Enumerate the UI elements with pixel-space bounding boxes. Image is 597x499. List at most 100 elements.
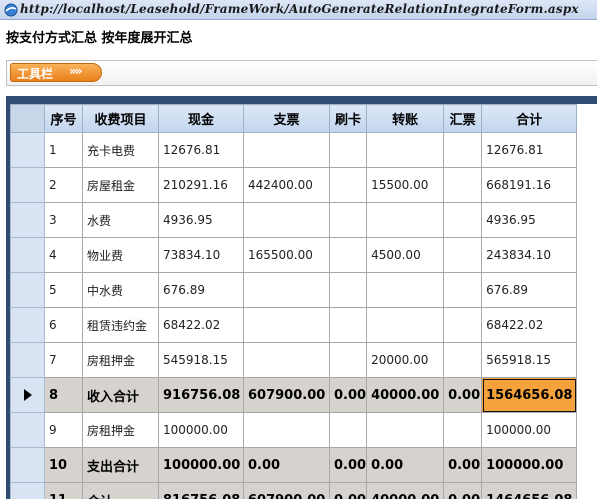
transfer-cell[interactable]: 40000.00 [366, 482, 445, 499]
cash-cell[interactable]: 68422.02 [158, 307, 244, 343]
cheque-cell[interactable] [243, 412, 330, 448]
row-indicator[interactable] [10, 307, 45, 343]
total-cell[interactable]: 100000.00 [481, 447, 578, 483]
column-header[interactable]: 支票 [243, 104, 330, 133]
row-number-cell[interactable]: 5 [44, 272, 83, 308]
card-cell[interactable] [328, 167, 368, 203]
row-indicator[interactable] [10, 447, 45, 483]
transfer-cell[interactable]: 4500.00 [366, 237, 445, 273]
table-row[interactable]: 5 中水费 676.89 676.89 [10, 272, 578, 308]
total-cell[interactable]: 4936.95 [481, 202, 578, 238]
item-name-cell[interactable]: 房租押金 [82, 412, 159, 448]
cheque-cell[interactable]: 607900.00 [243, 482, 330, 499]
summary-row[interactable]: 8 收入合计 916756.08 607900.00 0.00 40000.00 0.00 1… [10, 377, 578, 413]
total-cell[interactable]: 1564656.08 [481, 377, 578, 413]
card-cell[interactable] [328, 272, 368, 308]
table-row[interactable]: 6 租赁违约金 68422.02 68422.02 [10, 307, 578, 343]
row-number-cell[interactable]: 8 [44, 377, 83, 413]
row-number-cell[interactable]: 6 [44, 307, 83, 343]
transfer-cell[interactable]: 15500.00 [366, 167, 445, 203]
total-cell[interactable]: 676.89 [481, 272, 578, 308]
card-cell[interactable]: 0.00 [328, 482, 368, 499]
row-indicator[interactable] [10, 202, 45, 238]
address-url[interactable]: http://localhost/Leasehold/FrameWork/Aut… [20, 2, 579, 16]
row-indicator[interactable] [10, 482, 45, 499]
column-header[interactable]: 合计 [481, 104, 578, 133]
cheque-cell[interactable] [243, 342, 330, 378]
transfer-cell[interactable] [366, 412, 445, 448]
cash-cell[interactable]: 100000.00 [158, 447, 244, 483]
card-cell[interactable] [328, 307, 368, 343]
draft-cell[interactable] [443, 132, 483, 168]
draft-cell[interactable] [443, 202, 483, 238]
card-cell[interactable] [328, 342, 368, 378]
column-header[interactable]: 转账 [366, 104, 445, 133]
cash-cell[interactable]: 676.89 [158, 272, 244, 308]
summary-row[interactable]: 10 支出合计 100000.00 0.00 0.00 0.00 0.00 100000.00 [10, 447, 578, 483]
row-indicator[interactable] [10, 412, 45, 448]
transfer-cell[interactable]: 0.00 [366, 447, 445, 483]
toolbar-tab[interactable]: 工具栏 »» [10, 63, 102, 82]
cheque-cell[interactable]: 0.00 [243, 447, 330, 483]
cheque-cell[interactable] [243, 202, 330, 238]
card-cell[interactable] [328, 412, 368, 448]
draft-cell[interactable] [443, 307, 483, 343]
transfer-cell[interactable] [366, 202, 445, 238]
transfer-cell[interactable] [366, 132, 445, 168]
cash-cell[interactable]: 4936.95 [158, 202, 244, 238]
row-indicator[interactable] [10, 272, 45, 308]
card-cell[interactable] [328, 202, 368, 238]
row-number-cell[interactable]: 1 [44, 132, 83, 168]
item-name-cell[interactable]: 支出合计 [82, 447, 159, 483]
cash-cell[interactable]: 12676.81 [158, 132, 244, 168]
table-row[interactable]: 3 水费 4936.95 4936.95 [10, 202, 578, 238]
draft-cell[interactable]: 0.00 [443, 447, 483, 483]
cash-cell[interactable]: 210291.16 [158, 167, 244, 203]
cheque-cell[interactable]: 607900.00 [243, 377, 330, 413]
total-cell[interactable]: 100000.00 [481, 412, 578, 448]
row-number-cell[interactable]: 11 [44, 482, 83, 499]
row-indicator[interactable] [10, 132, 45, 168]
row-indicator[interactable] [10, 237, 45, 273]
column-header[interactable]: 汇票 [443, 104, 483, 133]
row-number-cell[interactable]: 7 [44, 342, 83, 378]
cheque-cell[interactable] [243, 132, 330, 168]
item-name-cell[interactable]: 水费 [82, 202, 159, 238]
cash-cell[interactable]: 545918.15 [158, 342, 244, 378]
item-name-cell[interactable]: 房屋租金 [82, 167, 159, 203]
column-header[interactable]: 刷卡 [328, 104, 368, 133]
table-row[interactable]: 7 房租押金 545918.15 20000.00 565918.15 [10, 342, 578, 378]
draft-cell[interactable] [443, 342, 483, 378]
row-number-cell[interactable]: 10 [44, 447, 83, 483]
table-row[interactable]: 9 房租押金 100000.00 100000.00 [10, 412, 578, 448]
card-cell[interactable]: 0.00 [328, 447, 368, 483]
row-indicator[interactable] [10, 377, 45, 413]
cash-cell[interactable]: 100000.00 [158, 412, 244, 448]
total-cell[interactable]: 243834.10 [481, 237, 578, 273]
cheque-cell[interactable] [243, 272, 330, 308]
row-indicator[interactable] [10, 342, 45, 378]
item-name-cell[interactable]: 充卡电费 [82, 132, 159, 168]
draft-cell[interactable] [443, 272, 483, 308]
cash-cell[interactable]: 816756.08 [158, 482, 244, 499]
transfer-cell[interactable]: 20000.00 [366, 342, 445, 378]
row-number-cell[interactable]: 9 [44, 412, 83, 448]
draft-cell[interactable]: 0.00 [443, 482, 483, 499]
column-header[interactable]: 现金 [158, 104, 244, 133]
cheque-cell[interactable] [243, 307, 330, 343]
table-row[interactable]: 2 房屋租金 210291.16 442400.00 15500.00 668191.16 [10, 167, 578, 203]
draft-cell[interactable] [443, 412, 483, 448]
card-cell[interactable] [328, 237, 368, 273]
total-cell[interactable]: 12676.81 [481, 132, 578, 168]
cheque-cell[interactable]: 442400.00 [243, 167, 330, 203]
transfer-cell[interactable]: 40000.00 [366, 377, 445, 413]
item-name-cell[interactable]: 房租押金 [82, 342, 159, 378]
table-row[interactable]: 4 物业费 73834.10 165500.00 4500.00 243834.10 [10, 237, 578, 273]
card-cell[interactable] [328, 132, 368, 168]
draft-cell[interactable] [443, 237, 483, 273]
cash-cell[interactable]: 73834.10 [158, 237, 244, 273]
column-header[interactable]: 收费项目 [82, 104, 159, 133]
total-cell[interactable]: 68422.02 [481, 307, 578, 343]
item-name-cell[interactable]: 物业费 [82, 237, 159, 273]
total-cell[interactable]: 668191.16 [481, 167, 578, 203]
